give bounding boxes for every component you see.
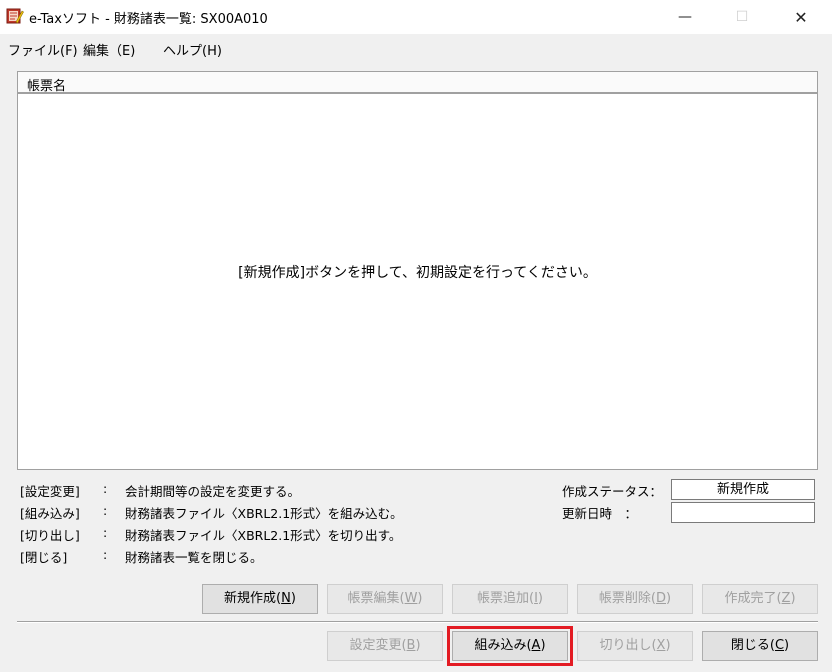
change-settings-button: 設定変更(B)	[327, 631, 443, 661]
button-label: 切り出し(	[599, 638, 657, 653]
help-colon: :	[103, 481, 108, 496]
button-label: 閉じる(	[730, 638, 775, 653]
button-label-end: )	[665, 638, 671, 653]
window-title: e-Taxソフト - 財務諸表一覧: SX00A010	[29, 12, 268, 27]
import-button[interactable]: 組み込み(A)	[447, 626, 573, 666]
creation-status-label: 作成ステータス：	[562, 484, 663, 499]
accelerator-key: D	[655, 591, 666, 606]
help-description: 財務諸表一覧を閉じる。	[125, 550, 263, 565]
accelerator-key: W	[404, 591, 418, 606]
help-description: 財務諸表ファイル〈XBRL2.1形式〉を組み込む。	[125, 506, 403, 521]
help-colon: :	[103, 547, 108, 562]
accelerator-key: N	[281, 591, 291, 606]
button-label: 帳票編集(	[347, 591, 405, 606]
button-label: 帳票削除(	[598, 591, 656, 606]
menu-bar: ファイル(F) 編集（E) ヘルプ(H)	[0, 34, 832, 62]
minimize-button[interactable]: —	[662, 0, 708, 34]
complete-creation-button: 作成完了(Z)	[702, 584, 818, 614]
button-label: 帳票追加(	[477, 591, 535, 606]
button-label-end: )	[784, 638, 790, 653]
button-label: 組み込み(	[474, 638, 532, 653]
button-separator	[17, 621, 818, 623]
maximize-button: ☐	[735, 9, 749, 25]
menu-edit[interactable]: 編集（E)	[83, 40, 135, 59]
button-label-end: )	[540, 638, 546, 653]
title-bar: e-Taxソフト - 財務諸表一覧: SX00A010 — ☐ ✕	[0, 0, 832, 34]
help-key: [設定変更]	[20, 484, 80, 499]
button-label-end: )	[417, 591, 423, 606]
help-colon: :	[103, 525, 108, 540]
accelerator-key: C	[774, 638, 785, 653]
close-window-button[interactable]: ✕	[778, 0, 824, 34]
menu-file[interactable]: ファイル(F)	[8, 40, 78, 59]
button-label-end: )	[290, 591, 296, 606]
button-label-end: )	[666, 591, 672, 606]
add-form-button: 帳票追加(I)	[452, 584, 568, 614]
close-button[interactable]: 閉じる(C)	[702, 631, 818, 661]
help-key: [切り出し]	[20, 528, 80, 543]
button-label-end: )	[537, 591, 543, 606]
edit-form-button: 帳票編集(W)	[327, 584, 443, 614]
button-label: 新規作成(	[224, 591, 282, 606]
export-button: 切り出し(X)	[577, 631, 693, 661]
column-header-form-name[interactable]: 帳票名	[27, 75, 66, 94]
button-label-end: )	[790, 591, 796, 606]
button-label: 作成完了(	[724, 591, 782, 606]
button-label: 設定変更(	[349, 638, 407, 653]
new-create-button[interactable]: 新規作成(N)	[202, 584, 318, 614]
etax-app-icon	[6, 8, 24, 24]
creation-status-value: 新規作成	[671, 479, 815, 500]
updated-datetime-value	[671, 502, 815, 523]
button-label-end: )	[415, 638, 421, 653]
form-list-header[interactable]: 帳票名	[18, 72, 817, 94]
help-colon: :	[103, 503, 108, 518]
help-key: [閉じる]	[20, 550, 68, 565]
help-description: 会計期間等の設定を変更する。	[125, 484, 301, 499]
form-list[interactable]: 帳票名 [新規作成]ボタンを押して、初期設定を行ってください。	[17, 71, 818, 470]
delete-form-button: 帳票削除(D)	[577, 584, 693, 614]
empty-list-message: [新規作成]ボタンを押して、初期設定を行ってください。	[238, 265, 597, 281]
help-description: 財務諸表ファイル〈XBRL2.1形式〉を切り出す。	[125, 528, 402, 543]
help-key: [組み込み]	[20, 506, 80, 521]
updated-datetime-label: 更新日時 ：	[562, 506, 638, 521]
menu-help[interactable]: ヘルプ(H)	[163, 40, 222, 59]
